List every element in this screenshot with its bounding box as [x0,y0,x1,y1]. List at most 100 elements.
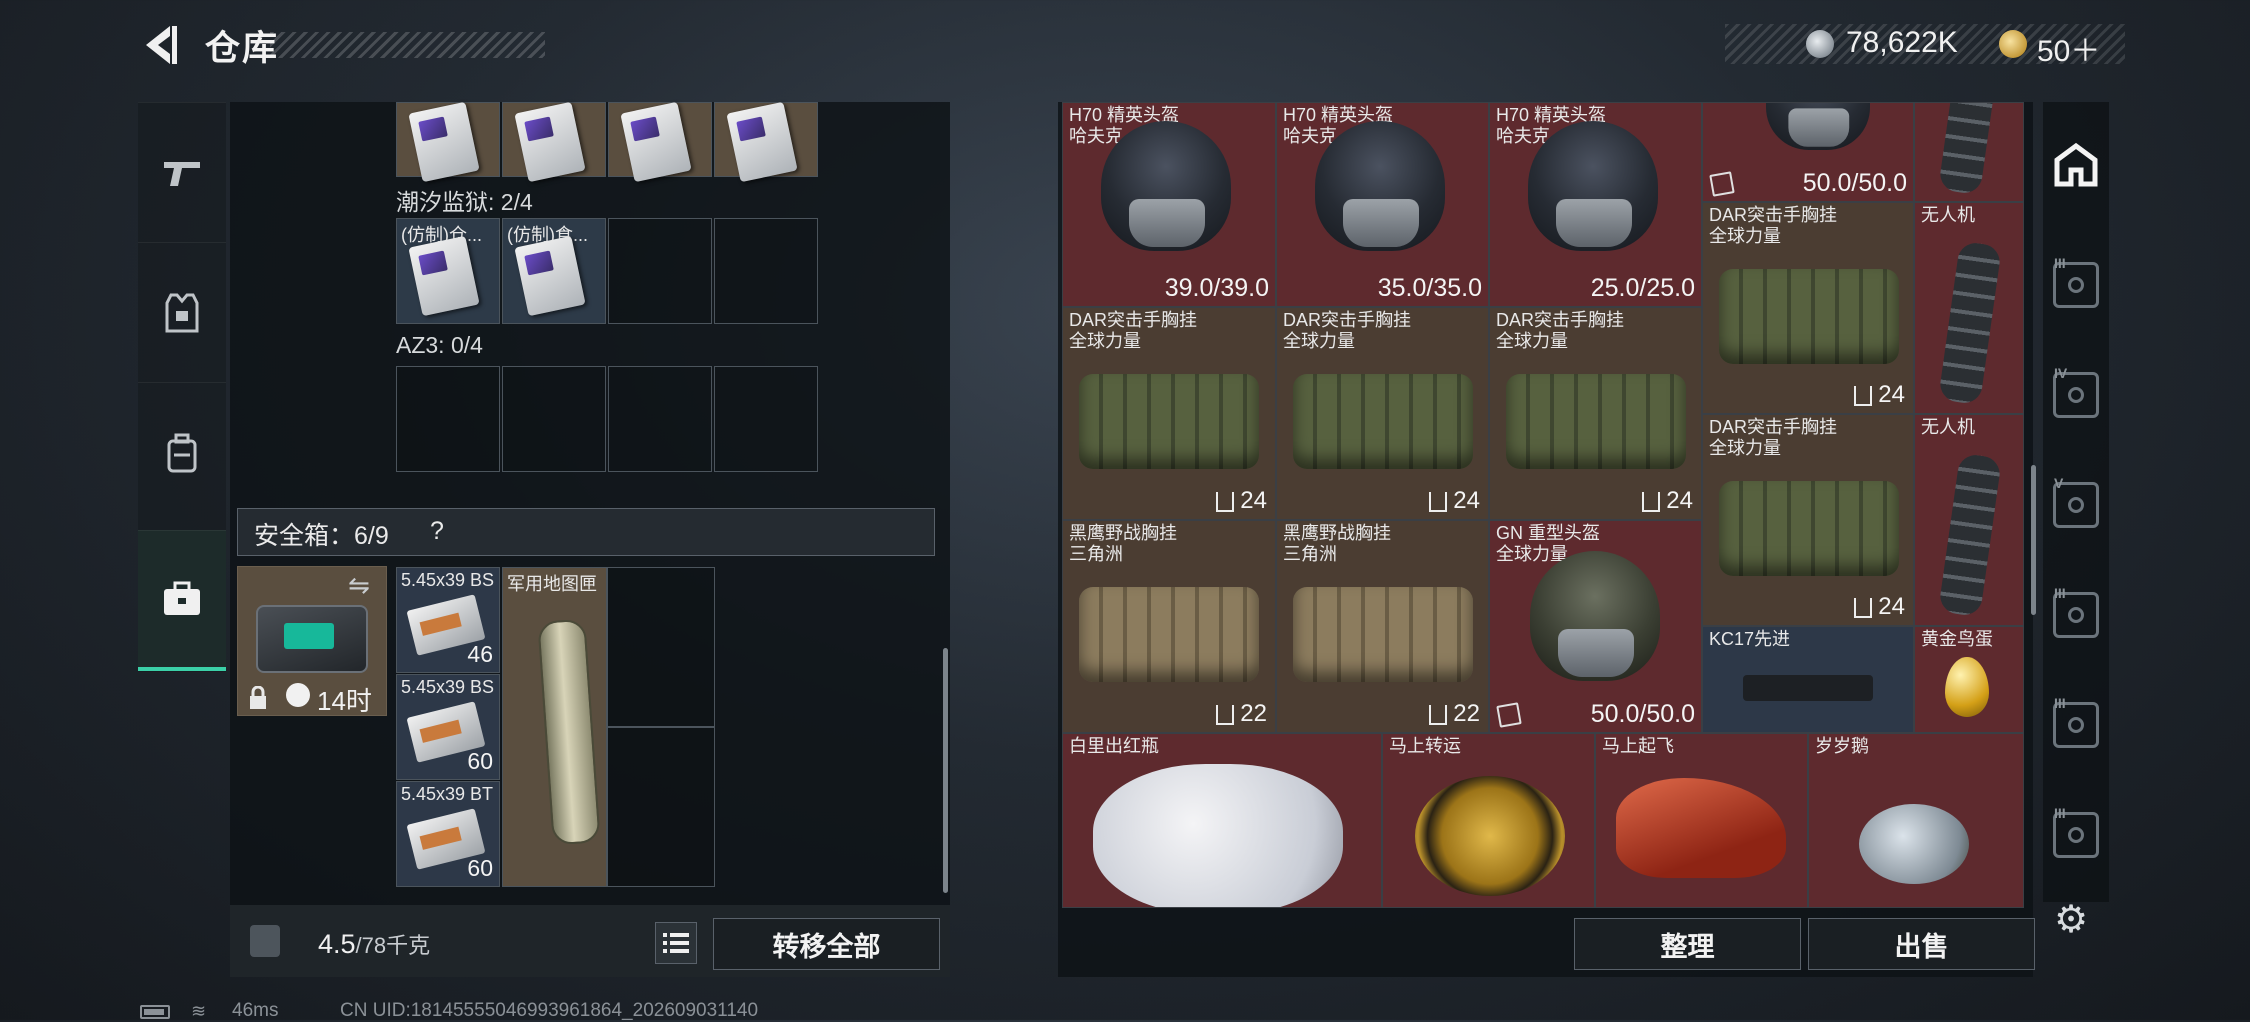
keycard-icon [726,101,798,183]
item-name: 岁岁鹅 [1815,736,1869,756]
left-scrollbar[interactable] [943,648,948,893]
back-arrow-icon[interactable] [138,22,180,68]
item-slot-helmet[interactable]: H70 精英头盔 哈夫克 35.0/35.0 [1276,102,1489,307]
item-name: 无人机 [1921,205,1975,225]
item-name: 黑鹰野战胸挂 三角洲 [1069,523,1177,564]
quantity: 24 [1429,487,1480,515]
stash-page-camera-icon[interactable]: III [2053,805,2099,858]
item-slot-vest[interactable]: 黑鹰野战胸挂 三角洲 22 [1276,520,1489,733]
swap-icon[interactable]: ⇋ [348,570,370,601]
grid-cell[interactable] [714,101,818,183]
durability: 50.0/50.0 [1802,169,1907,197]
item-slot-vest[interactable]: DAR突击手胸挂 全球力量 24 [1276,307,1489,520]
item-name: DAR突击手胸挂 全球力量 [1283,310,1412,351]
sort-button[interactable]: 整理 [1574,918,1801,970]
section-label-az3: AZ3: 0/4 [396,332,483,358]
wifi-icon: ≋ [191,1001,207,1021]
gear-icon[interactable]: ⚙ [2051,900,2091,940]
nav-safebox[interactable] [138,530,226,671]
item-slot-vest[interactable]: 黑鹰野战胸挂 三角洲 22 [1062,520,1276,733]
item-slot-egg[interactable]: 黄金鸟蛋 [1914,626,2024,733]
grid-cell[interactable] [502,101,606,183]
item-slot-vest[interactable]: DAR突击手胸挂 全球力量 24 [1062,307,1276,520]
gun-icon [164,162,200,186]
ammo-slot[interactable]: 5.45x39 BS 60 [396,674,500,780]
item-slot-collectible[interactable]: 马上转运 [1382,733,1595,908]
sell-button[interactable]: 出售 [1808,918,2035,970]
empty-slot[interactable] [608,218,712,324]
item-name: KC17先进 [1709,629,1791,649]
item-slot-helmet[interactable]: 50.0/50.0 [1702,102,1914,202]
item-slot-helmet[interactable]: H70 精英头盔 哈夫克 25.0/25.0 [1489,102,1702,307]
empty-slot[interactable] [607,727,715,887]
grid-cell[interactable] [396,101,500,183]
lock-icon [1709,171,1735,197]
nav-backpack[interactable] [138,382,226,523]
item-name: DAR突击手胸挂 全球力量 [1496,310,1625,351]
empty-slot[interactable] [608,366,712,472]
item-slot-collectible[interactable]: 白里出红瓶 [1062,733,1382,908]
helmet-icon [1766,103,1870,150]
vest-icon [1293,374,1473,469]
helmet-icon [1530,551,1660,681]
transfer-all-button[interactable]: 转移全部 [713,918,940,970]
drone-icon [1938,103,2002,196]
stash-page-camera-icon[interactable]: V [2053,475,2099,528]
stock-icon [1743,675,1873,701]
section-label-prison: 潮汐监狱: 2/4 [396,189,533,215]
keycard-icon [620,101,692,183]
ping: 46ms [232,1000,279,1021]
quantity: 24 [1854,593,1905,621]
clock-icon [286,683,310,707]
nav-weapons[interactable] [138,102,226,243]
golden-egg-icon [1945,657,1989,717]
item-name: 军用地图匣 [507,574,597,594]
keycard-icon [408,235,480,317]
durability: 50.0/50.0 [1590,700,1695,728]
list-view-button[interactable] [655,922,697,964]
right-scrollbar[interactable] [2031,465,2036,615]
safe-case-timer: 14时 [317,686,372,716]
item-slot-drone[interactable]: 无人机 [1914,202,2024,414]
empty-slot[interactable] [714,366,818,472]
uid: CN UID:1814555504699396186​4_20260903114… [340,1000,759,1021]
stash-page-camera-icon[interactable]: IV [2053,365,2099,418]
safebox-label: 安全箱：6/9 [254,522,389,550]
empty-slot[interactable] [607,567,715,727]
item-slot-collectible[interactable]: 马上起飞 [1595,733,1808,908]
stash-page-camera-icon[interactable]: III [2053,255,2099,308]
ammo-slot[interactable]: 5.45x39 BS 46 [396,567,500,673]
help-icon[interactable]: ? [430,517,444,546]
home-icon[interactable] [2053,142,2099,188]
gold-currency-value[interactable]: 50＋ [2037,26,2100,70]
item-slot-helmet[interactable]: H70 精英头盔 哈夫克 39.0/39.0 [1062,102,1276,307]
stash-page-camera-icon[interactable]: III [2053,695,2099,748]
grid-cell[interactable] [608,101,712,183]
item-slot-vest[interactable]: DAR突击手胸挂 全球力量 24 [1702,202,1914,414]
keycard-slot[interactable]: (仿制)仓... [396,218,500,324]
item-name: 黄金鸟蛋 [1921,629,1993,649]
item-name: 白里出红瓶 [1069,736,1159,756]
item-slot-collectible[interactable]: 岁岁鹅 [1808,733,2024,908]
stash-page-camera-icon[interactable]: III [2053,585,2099,638]
horse-medallion-icon [1415,776,1565,896]
vest-icon [1293,587,1473,682]
item-slot-drone[interactable]: 无人机 [1914,414,2024,626]
ammo-slot[interactable]: 5.45x39 BT 60 [396,781,500,887]
item-slot-vest[interactable]: DAR突击手胸挂 全球力量 24 [1702,414,1914,626]
empty-slot[interactable] [502,366,606,472]
nav-armor[interactable] [138,242,226,383]
quantity: 22 [1429,700,1480,728]
item-slot-drone[interactable] [1914,102,2024,202]
empty-slot[interactable] [396,366,500,472]
item-slot-vest[interactable]: DAR突击手胸挂 全球力量 24 [1489,307,1702,520]
vest-icon [1079,587,1259,682]
lock-icon [248,685,268,716]
item-slot-helmet[interactable]: GN 重型头盔 全球力量 50.0/50.0 [1489,520,1702,733]
gold-coin-icon [1999,30,2027,58]
item-slot-weapon-part[interactable]: KC17先进 [1702,626,1914,733]
keycard-slot[interactable]: (仿制)食... [502,218,606,324]
empty-slot[interactable] [714,218,818,324]
armor-vest-icon [165,293,199,333]
vest-icon [1719,481,1899,576]
